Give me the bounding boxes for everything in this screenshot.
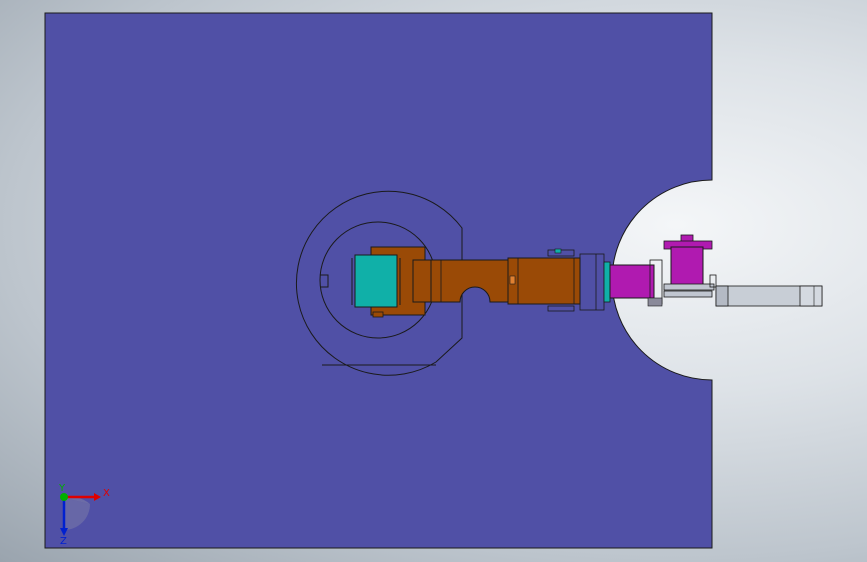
3d-viewport[interactable]: X Y Z <box>0 0 867 562</box>
x-axis-label: X <box>103 488 110 499</box>
top-screw <box>554 248 562 254</box>
gripper-servo-body[interactable] <box>670 246 704 286</box>
gripper-finger-tip <box>799 285 823 307</box>
gripper-base-plate-lower <box>663 290 713 298</box>
model-canvas[interactable]: X Y Z <box>0 0 867 562</box>
wrist-servo-foot <box>647 297 663 307</box>
wrist-servo-mount <box>603 261 611 303</box>
elbow-pin <box>509 275 516 285</box>
bracket-tab <box>372 311 384 318</box>
forearm-bracket[interactable] <box>507 257 581 305</box>
arm-joint-block <box>412 259 432 303</box>
gripper-base-plate <box>663 283 715 291</box>
base-servo-body[interactable] <box>354 254 398 308</box>
y-axis-label: Y <box>58 483 66 494</box>
z-axis-label: Z <box>60 536 67 547</box>
gripper-finger-root <box>715 285 729 307</box>
y-axis-dot <box>60 493 68 501</box>
wrist-servo-body[interactable] <box>609 264 655 299</box>
